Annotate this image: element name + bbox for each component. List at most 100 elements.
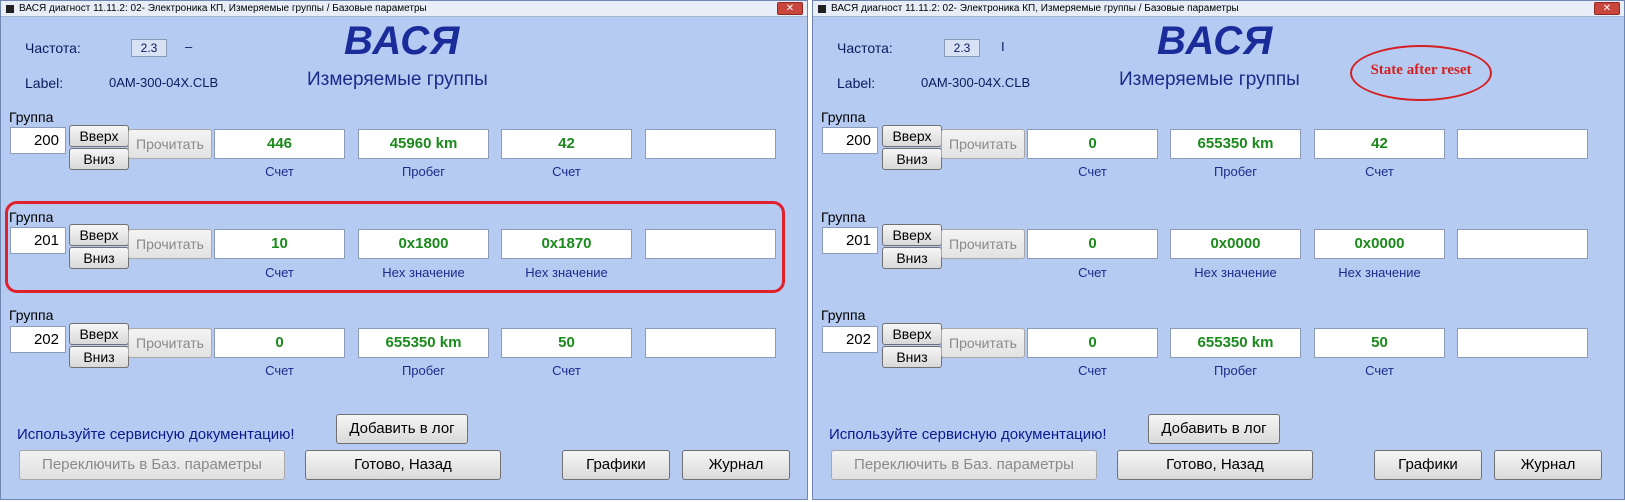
group-number-input[interactable]: 201 [10, 227, 66, 254]
read-button[interactable]: Прочитать [941, 129, 1025, 159]
label-value: 0AM-300-04X.CLB [109, 75, 219, 90]
unit-label: Счет [265, 164, 294, 179]
value-field: 50 [501, 328, 632, 358]
group-label: Группа [9, 109, 54, 125]
unit-label: Пробег [1213, 363, 1258, 378]
group-label: Группа [9, 209, 54, 225]
unit-label: Hex значение [1194, 265, 1277, 280]
value-field [1457, 328, 1588, 358]
value-field: 0 [1027, 229, 1158, 259]
freq-value: 2.3 [944, 39, 980, 57]
titlebar-left: ВАСЯ диагност 11.11.2: 02- Электроника К… [1, 1, 807, 17]
unit-label: Счет [1078, 363, 1107, 378]
titlebar-right: ВАСЯ диагност 11.11.2: 02- Электроника К… [813, 1, 1624, 17]
group-label: Группа [821, 307, 866, 323]
page-subtitle: Измеряемые группы [307, 69, 488, 90]
freq-indicator: I [1001, 39, 1005, 54]
unit-label: Счет [1365, 164, 1394, 179]
unit-label: Счет [552, 164, 581, 179]
read-button[interactable]: Прочитать [941, 229, 1025, 259]
value-field: 42 [1314, 129, 1445, 159]
value-field: 655350 km [1170, 129, 1301, 159]
group-down-button[interactable]: Вниз [69, 247, 129, 269]
journal-button[interactable]: Журнал [1494, 450, 1602, 480]
unit-label: Счет [1078, 164, 1107, 179]
close-button[interactable]: ✕ [777, 2, 803, 15]
value-field: 0 [1027, 328, 1158, 358]
window-left: ВАСЯ диагност 11.11.2: 02- Электроника К… [0, 0, 808, 500]
group-down-button[interactable]: Вниз [882, 148, 942, 170]
value-field [645, 229, 776, 259]
freq-indicator: – [185, 39, 193, 54]
unit-label: Пробег [1213, 164, 1258, 179]
value-field: 0x0000 [1314, 229, 1445, 259]
group-number-input[interactable]: 202 [822, 326, 878, 353]
done-back-button[interactable]: Готово, Назад [1117, 450, 1313, 480]
unit-label: Счет [552, 363, 581, 378]
value-field: 50 [1314, 328, 1445, 358]
app-logo: ВАСЯ [344, 19, 461, 63]
value-field: 655350 km [358, 328, 489, 358]
switch-basic-params-button[interactable]: Переключить в Баз. параметры [831, 450, 1097, 480]
page-subtitle: Измеряемые группы [1119, 69, 1300, 90]
group-number-input[interactable]: 200 [10, 127, 66, 154]
value-field: 0x1800 [358, 229, 489, 259]
group-down-button[interactable]: Вниз [69, 148, 129, 170]
group-label: Группа [821, 209, 866, 225]
label-value: 0AM-300-04X.CLB [921, 75, 1031, 90]
group-label: Группа [9, 307, 54, 323]
journal-button[interactable]: Журнал [682, 450, 790, 480]
service-doc-warning: Используйте сервисную документацию! [829, 426, 1107, 443]
label-label: Label: [25, 75, 64, 91]
freq-value: 2.3 [131, 39, 167, 57]
group-number-input[interactable]: 201 [822, 227, 878, 254]
group-down-button[interactable]: Вниз [69, 346, 129, 368]
value-field: 0x1870 [501, 229, 632, 259]
add-to-log-button[interactable]: Добавить в лог [336, 414, 468, 444]
app-icon [6, 5, 14, 13]
group-up-button[interactable]: Вверх [882, 323, 942, 345]
group-down-button[interactable]: Вниз [882, 247, 942, 269]
group-number-input[interactable]: 200 [822, 127, 878, 154]
group-number-input[interactable]: 202 [10, 326, 66, 353]
group-up-button[interactable]: Вверх [882, 125, 942, 147]
switch-basic-params-button[interactable]: Переключить в Баз. параметры [19, 450, 285, 480]
annotation-text: State after reset [1370, 62, 1472, 78]
value-field [1457, 229, 1588, 259]
unit-label: Hex значение [1338, 265, 1421, 280]
group-label: Группа [821, 109, 866, 125]
freq-label: Частота: [837, 40, 893, 56]
window-title: ВАСЯ диагност 11.11.2: 02- Электроника К… [831, 3, 1239, 14]
read-button[interactable]: Прочитать [128, 328, 212, 358]
label-label: Label: [837, 75, 876, 91]
value-field [1457, 129, 1588, 159]
unit-label: Пробег [401, 363, 446, 378]
unit-label: Hex значение [382, 265, 465, 280]
group-down-button[interactable]: Вниз [882, 346, 942, 368]
unit-label: Пробег [401, 164, 446, 179]
group-up-button[interactable]: Вверх [69, 323, 129, 345]
value-field: 0 [1027, 129, 1158, 159]
app-logo: ВАСЯ [1157, 19, 1274, 63]
value-field [645, 129, 776, 159]
read-button[interactable]: Прочитать [128, 129, 212, 159]
value-field [645, 328, 776, 358]
add-to-log-button[interactable]: Добавить в лог [1148, 414, 1280, 444]
done-back-button[interactable]: Готово, Назад [305, 450, 501, 480]
unit-label: Счет [265, 363, 294, 378]
unit-label: Счет [1365, 363, 1394, 378]
window-title: ВАСЯ диагност 11.11.2: 02- Электроника К… [19, 3, 427, 14]
value-field: 446 [214, 129, 345, 159]
read-button[interactable]: Прочитать [941, 328, 1025, 358]
value-field: 42 [501, 129, 632, 159]
graphs-button[interactable]: Графики [562, 450, 670, 480]
group-up-button[interactable]: Вверх [69, 224, 129, 246]
graphs-button[interactable]: Графики [1374, 450, 1482, 480]
service-doc-warning: Используйте сервисную документацию! [17, 426, 295, 443]
read-button[interactable]: Прочитать [128, 229, 212, 259]
value-field: 10 [214, 229, 345, 259]
close-button[interactable]: ✕ [1594, 2, 1620, 15]
group-up-button[interactable]: Вверх [69, 125, 129, 147]
group-up-button[interactable]: Вверх [882, 224, 942, 246]
value-field: 655350 km [1170, 328, 1301, 358]
